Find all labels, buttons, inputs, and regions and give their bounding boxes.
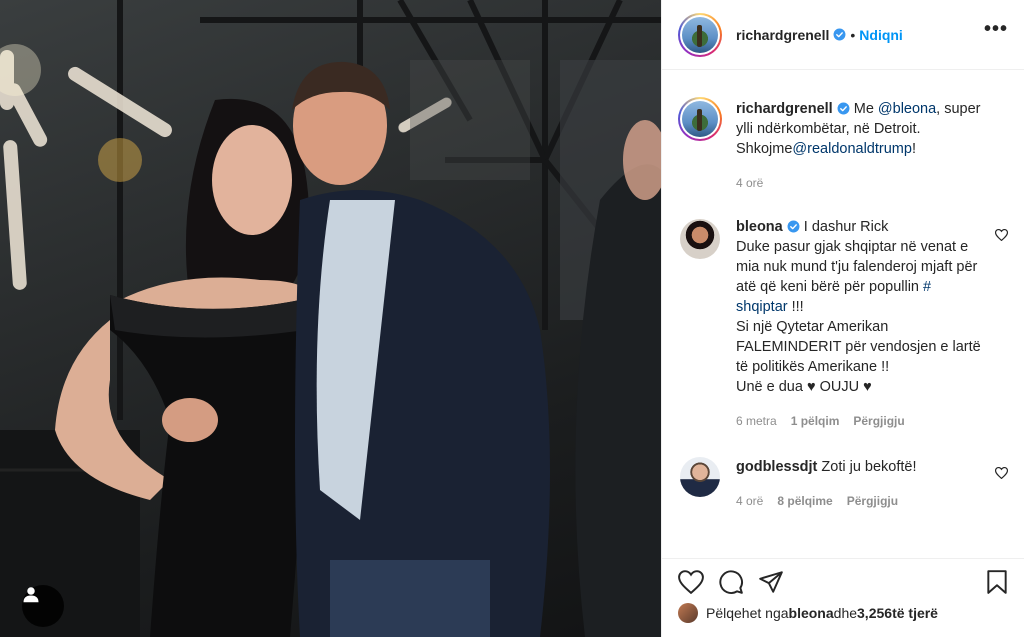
comment-button[interactable]	[718, 569, 744, 595]
liked-by-row[interactable]: Pëlqehet nga bleona dhe 3,256 të tjerë	[678, 603, 1008, 623]
comment-item: bleona I dashur Rick Duke pasur gjak shq…	[678, 217, 1008, 431]
comment-line: Unë e dua ♥ OUJU ♥	[736, 379, 872, 395]
author-username[interactable]: richardgrenell	[736, 27, 829, 43]
post-sidebar: richardgrenell • Ndiqni ••• richardgrene…	[661, 0, 1024, 637]
verified-badge-icon	[787, 220, 800, 233]
post-photo[interactable]	[0, 0, 661, 637]
comment-timestamp[interactable]: 4 orë	[736, 491, 763, 511]
user-tag-icon	[23, 587, 39, 603]
follow-button[interactable]: Ndiqni	[859, 27, 903, 43]
liked-by-user[interactable]: bleona	[789, 605, 834, 621]
comment-text: Zoti ju bekoftë!	[821, 459, 917, 475]
header-dot-separator: •	[850, 26, 856, 43]
comment-timestamp[interactable]: 6 metra	[736, 411, 777, 431]
post-actions: Pëlqehet nga bleona dhe 3,256 të tjerë	[662, 558, 1024, 623]
caption-mention-bleona[interactable]: @bleona	[878, 101, 936, 117]
comment-line: atë që keni bërë për popullin	[736, 279, 924, 295]
more-options-icon[interactable]: •••	[984, 19, 1008, 39]
share-icon	[759, 571, 783, 593]
caption-timestamp[interactable]: 4 orë	[736, 173, 763, 193]
caption-mention-realdonaldtrump[interactable]: @realdonaldtrump	[792, 141, 912, 157]
bookmark-icon	[987, 570, 1007, 594]
post-header: richardgrenell • Ndiqni •••	[662, 0, 1024, 70]
author-avatar-image	[682, 16, 718, 53]
comment-line: Duke pasur gjak shqiptar në venat e mia …	[736, 239, 978, 275]
caption-text-post: !	[911, 141, 916, 157]
caption-author-avatar[interactable]	[678, 97, 722, 141]
action-bar	[678, 567, 1008, 597]
caption-username[interactable]: richardgrenell	[736, 101, 833, 117]
heart-icon	[678, 570, 704, 594]
commenter-username[interactable]: godblessdjt	[736, 459, 817, 475]
caption-avatar-image	[682, 101, 718, 137]
caption: richardgrenell Me @bleona, super ylli nd…	[678, 97, 1008, 193]
comments-list[interactable]: richardgrenell Me @bleona, super ylli nd…	[662, 71, 1024, 558]
liked-by-count[interactable]: 3,256	[857, 605, 892, 621]
comment-like-heart-icon[interactable]	[995, 229, 1008, 241]
liked-by-avatar	[678, 603, 698, 623]
user-tag-button[interactable]	[22, 585, 64, 627]
comment-reply-button[interactable]: Përgjigju	[853, 411, 904, 431]
caption-text-pre: Me	[853, 101, 878, 117]
comment-line: I dashur Rick	[803, 219, 889, 235]
comment-likes-count[interactable]: 8 pëlqime	[777, 491, 832, 511]
photo-illustration	[0, 0, 661, 637]
comment-reply-button[interactable]: Përgjigju	[847, 491, 898, 511]
comment-like-heart-icon[interactable]	[995, 467, 1008, 479]
comment-line: Si një Qytetar Amerikan FALEMINDERIT për…	[736, 319, 981, 375]
comment-line: !!!	[791, 299, 804, 315]
author-avatar[interactable]	[678, 12, 722, 57]
commenter-avatar[interactable]	[680, 219, 720, 259]
liked-by-suffix[interactable]: të tjerë	[892, 605, 938, 621]
commenter-username[interactable]: bleona	[736, 219, 783, 235]
liked-by-mid: dhe	[833, 605, 858, 621]
comment-likes-count[interactable]: 1 pëlqim	[791, 411, 840, 431]
verified-badge-icon	[837, 102, 850, 115]
commenter-avatar[interactable]	[680, 457, 720, 497]
like-button[interactable]	[678, 570, 704, 594]
instagram-post-modal: richardgrenell • Ndiqni ••• richardgrene…	[0, 0, 1024, 637]
liked-by-prefix: Pëlqehet nga	[706, 605, 789, 621]
share-button[interactable]	[758, 570, 784, 594]
verified-badge-icon	[833, 28, 846, 41]
comment-item: godblessdjt Zoti ju bekoftë! 4 orë 8 pël…	[678, 455, 1008, 511]
comment-icon	[719, 570, 743, 594]
save-button[interactable]	[986, 569, 1008, 595]
